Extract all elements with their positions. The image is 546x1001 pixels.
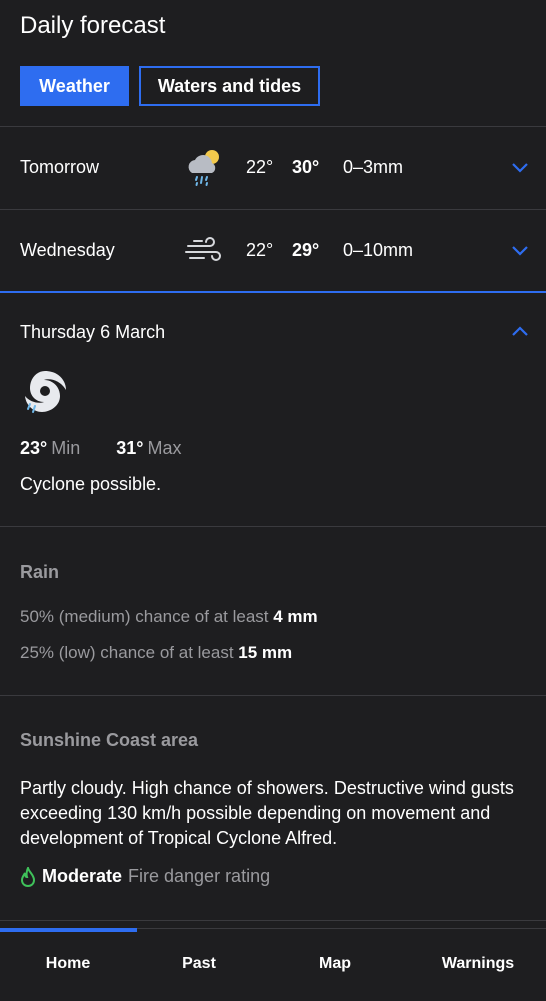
min-temp: 22° [246,240,274,260]
area-heading: Sunshine Coast area [20,730,199,750]
max-temp: 29° [292,240,320,260]
tab-weather[interactable]: Weather [20,66,129,106]
expanded-day-date: 6 March [100,322,166,342]
expanded-day-title[interactable]: Thursday 6 March [20,322,165,343]
showers-sun-icon [188,150,219,186]
flame-icon [20,866,36,887]
expanded-max: 31° [116,438,144,458]
nav-past[interactable]: Past [131,955,267,973]
max-label: Max [147,438,182,458]
day-name: Wednesday [20,240,115,260]
forecast-summary: Cyclone possible. [20,474,162,494]
rain-range: 0–10mm [343,240,414,260]
tab-waters-and-tides[interactable]: Waters and tides [139,66,320,106]
max-temp: 30° [292,157,320,177]
chevron-down-icon[interactable] [510,240,530,260]
divider-active [0,291,546,293]
expanded-day-name: Thursday [20,322,96,342]
day-row-tomorrow[interactable]: Tomorrow 22° 30° 0–3mm [0,127,546,209]
nav-active-indicator [0,928,137,932]
day-name: Tomorrow [20,157,100,177]
fire-danger: Moderate Fire danger rating [20,866,270,887]
min-label: Min [51,438,81,458]
cyclone-icon [25,371,66,413]
area-forecast-text: Partly cloudy. High chance of showers. D… [20,778,514,848]
rain-range: 0–3mm [343,157,404,177]
rain-heading: Rain [20,562,60,582]
divider [0,920,546,921]
nav-home[interactable]: Home [0,955,136,973]
fire-rating: Moderate [42,866,123,886]
page-title: Daily forecast [20,12,166,39]
chevron-up-icon[interactable] [510,322,530,342]
nav-warnings[interactable]: Warnings [410,955,546,973]
bottom-nav: Home Past Map Warnings [0,928,546,1001]
rain-chance-line: 50% (medium) chance of at least 4 mm [20,607,318,627]
rain-amount: 15 mm [238,643,293,662]
wind-icon [185,237,221,261]
day-row-wednesday[interactable]: Wednesday 22° 29° 0–10mm [0,210,546,292]
nav-map[interactable]: Map [267,955,403,973]
rain-chance-line: 25% (low) chance of at least 15 mm [20,643,292,663]
forecast-tabs: Weather Waters and tides [20,66,320,106]
rain-chance-text: 50% (medium) chance of at least [20,607,269,626]
expanded-temps: 23° Min 31° Max [20,438,182,459]
divider [0,695,546,696]
fire-label: Fire danger rating [128,866,271,886]
divider [0,526,546,527]
rain-amount: 4 mm [273,607,318,626]
chevron-down-icon[interactable] [510,157,530,177]
rain-chance-text: 25% (low) chance of at least [20,643,234,662]
expanded-min: 23° [20,438,48,458]
min-temp: 22° [246,157,274,177]
